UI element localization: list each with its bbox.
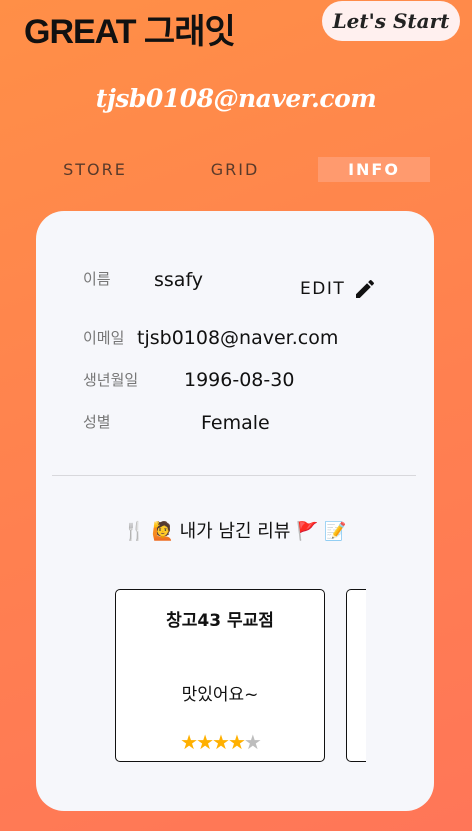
name-value: ssafy <box>154 269 204 291</box>
app-logo: GREAT 그래잇 <box>24 13 236 51</box>
star-filled-icon: ★ <box>212 730 230 754</box>
review-comment: 맛있어요~ <box>181 685 259 705</box>
tab-info[interactable]: INFO <box>318 157 430 182</box>
birth-label: 생년월일 <box>83 371 139 389</box>
review-store-name: 창고43 무교점 <box>166 611 274 631</box>
divider <box>52 475 416 476</box>
birth-value: 1996-08-30 <box>184 369 295 391</box>
star-empty-icon: ★ <box>243 730 262 754</box>
email-value: tjsb0108@naver.com <box>137 327 339 349</box>
tab-bar: STORE GRID INFO <box>0 157 472 182</box>
edit-label: EDIT <box>300 279 346 299</box>
review-card-next-partial[interactable] <box>346 589 366 762</box>
gender-value: Female <box>201 412 270 434</box>
star-filled-icon: ★ <box>196 730 214 754</box>
email-label: 이메일 <box>83 329 125 347</box>
profile-card: 이름 ssafy EDIT 이메일 tjsb0108@naver.com 생년월… <box>36 211 434 811</box>
edit-button[interactable]: EDIT <box>300 277 377 301</box>
gender-label: 성별 <box>83 413 111 431</box>
review-card[interactable]: 창고43 무교점 맛있어요~ ★★★★★ <box>115 589 325 762</box>
tab-grid[interactable]: GRID <box>190 157 280 182</box>
pencil-icon <box>356 279 375 298</box>
star-filled-icon: ★ <box>180 730 198 754</box>
star-filled-icon: ★ <box>227 730 246 754</box>
lets-start-button[interactable]: Let's Start <box>322 1 460 41</box>
star-rating: ★★★★★ <box>116 730 324 754</box>
user-email-heading: tjsb0108@naver.com <box>95 84 377 113</box>
name-label: 이름 <box>83 270 111 288</box>
tab-store[interactable]: STORE <box>50 157 140 182</box>
reviews-title: 🍴 🙋 내가 남긴 리뷰 🚩 📝 <box>123 521 347 542</box>
